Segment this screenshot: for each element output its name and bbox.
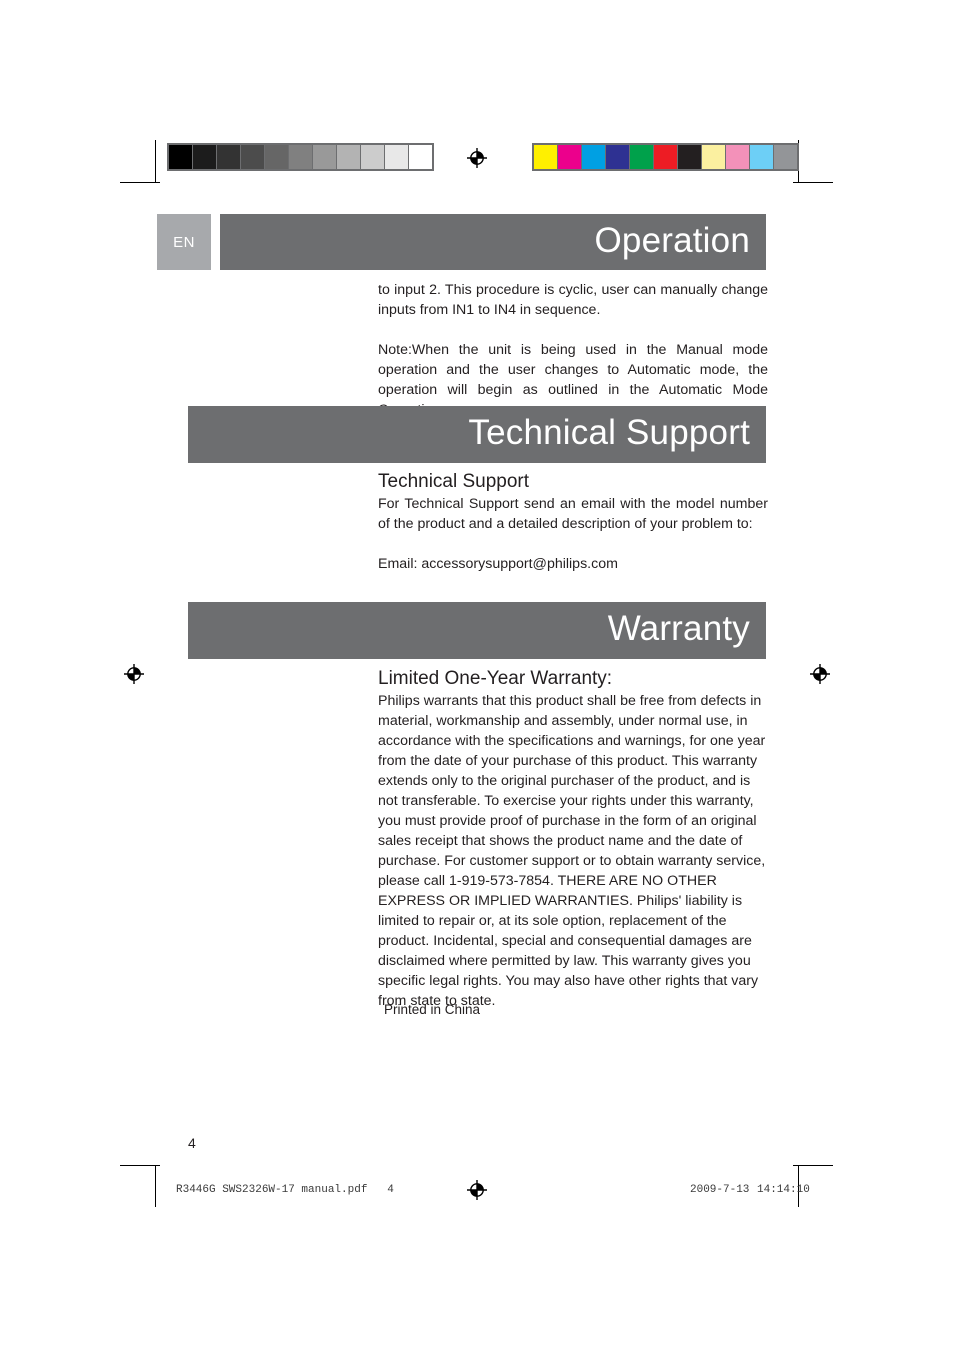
color-swatch (750, 145, 773, 169)
technical-support-paragraph-1: For Technical Support send an email with… (378, 496, 768, 532)
section-band-title-operation: Operation (594, 220, 750, 260)
technical-support-email-line: Email: accessorysupport@philips.com (378, 556, 618, 572)
crop-mark-top-left-vertical (155, 140, 156, 182)
section-band-operation: Operation (220, 214, 766, 270)
grayscale-swatch (169, 145, 192, 169)
warranty-body: Limited One-Year Warranty: Philips warra… (378, 666, 768, 1011)
color-swatch (606, 145, 629, 169)
document-page: EN Operation to input 2. This procedure … (0, 0, 954, 1350)
print-footer-time: 14:14:10 (757, 1184, 810, 1196)
grayscale-step-wedge (167, 143, 434, 171)
section-band-title-warranty: Warranty (607, 609, 750, 648)
registration-target-icon-bottom (466, 1179, 488, 1201)
warranty-paragraph-1: Philips warrants that this product shall… (378, 693, 766, 1009)
language-badge-label: EN (173, 233, 195, 251)
operation-body: to input 2. This procedure is cyclic, us… (378, 280, 768, 420)
color-swatch (678, 145, 701, 169)
page-number: 4 (188, 1135, 196, 1151)
color-swatch (702, 145, 725, 169)
grayscale-swatch (217, 145, 240, 169)
section-band-title-technical-support: Technical Support (468, 413, 750, 452)
technical-support-body: Technical Support For Technical Support … (378, 469, 768, 574)
grayscale-swatch (241, 145, 264, 169)
grayscale-swatch (313, 145, 336, 169)
color-swatch (582, 145, 605, 169)
crop-mark-top-right-horizontal (793, 182, 833, 183)
grayscale-swatch (289, 145, 312, 169)
registration-target-icon-right (809, 663, 831, 685)
operation-paragraph-1: to input 2. This procedure is cyclic, us… (378, 282, 768, 318)
color-swatch (558, 145, 581, 169)
print-footer-date: 2009-7-13 (690, 1184, 750, 1196)
color-swatch (654, 145, 677, 169)
color-control-bar (532, 143, 799, 171)
grayscale-swatch (361, 145, 384, 169)
grayscale-swatch (193, 145, 216, 169)
warranty-subheading: Limited One-Year Warranty: (378, 668, 613, 689)
section-band-technical-support: Technical Support (188, 406, 766, 463)
section-band-warranty: Warranty (188, 602, 766, 659)
color-swatch (630, 145, 653, 169)
grayscale-swatch (265, 145, 288, 169)
crop-mark-bottom-left-horizontal (120, 1165, 160, 1166)
crop-mark-bottom-right-horizontal (793, 1165, 833, 1166)
grayscale-swatch (385, 145, 408, 169)
registration-target-icon-left (123, 663, 145, 685)
color-swatch (726, 145, 749, 169)
language-badge-en: EN (157, 214, 211, 270)
printed-in-note: Printed in China (384, 1002, 481, 1017)
technical-support-subheading: Technical Support (378, 471, 530, 492)
grayscale-swatch (337, 145, 360, 169)
crop-mark-bottom-left-vertical (155, 1165, 156, 1207)
grayscale-swatch (409, 145, 432, 169)
print-footer-filename: R3446G SWS2326W-17 manual.pdf 4 (176, 1184, 394, 1196)
registration-target-icon-top (466, 147, 488, 169)
crop-mark-top-left-horizontal (120, 182, 160, 183)
color-swatch (534, 145, 557, 169)
color-swatch (774, 145, 797, 169)
